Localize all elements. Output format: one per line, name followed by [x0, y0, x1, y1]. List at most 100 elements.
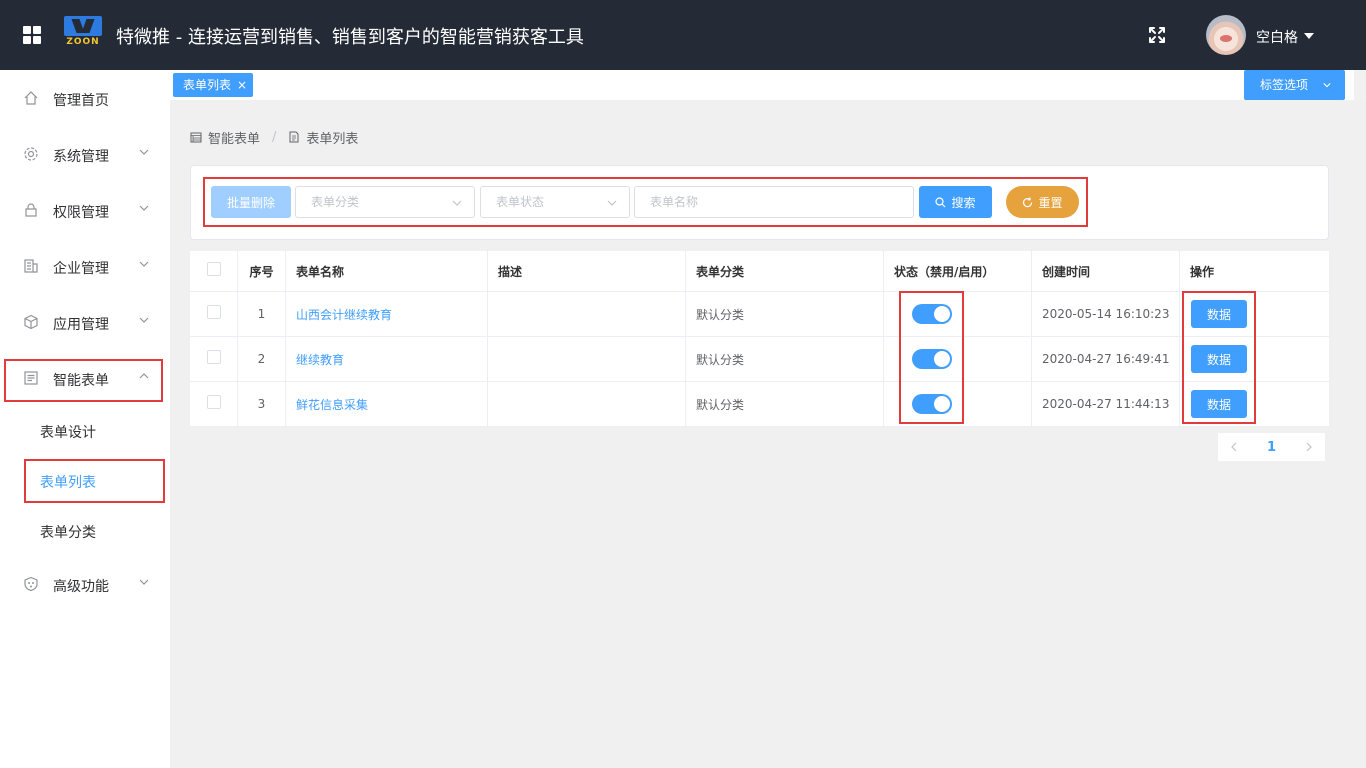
reset-label: 重置	[1038, 195, 1063, 210]
search-icon	[935, 196, 946, 207]
sidebar-item-enterprise[interactable]: 企业管理	[0, 238, 170, 294]
action-cell: 数据	[1180, 292, 1329, 336]
sidebar-item-label: 权限管理	[53, 205, 109, 221]
form-category-select[interactable]: 表单分类	[295, 186, 475, 218]
app-title: 特微推 - 连接运营到销售、销售到客户的智能营销获客工具	[116, 27, 584, 48]
sidebar-subitem-label: 表单设计	[40, 425, 96, 441]
column-header: 描述	[488, 251, 686, 291]
form-icon	[24, 371, 38, 385]
row-checkbox[interactable]	[206, 305, 221, 319]
created-time: 2020-05-14 16:10:23	[1032, 292, 1180, 336]
chevron-down-icon	[452, 200, 462, 206]
table-row: 1 山西会计继续教育 默认分类 2020-05-14 16:10:23 数据	[190, 292, 1329, 337]
row-index: 1	[238, 292, 286, 336]
calendar-icon	[190, 132, 202, 143]
tag-options-label: 标签选项	[1260, 78, 1309, 92]
form-name-input[interactable]	[634, 186, 914, 218]
select-all-checkbox[interactable]	[206, 262, 221, 276]
sidebar-item-label: 系统管理	[53, 149, 109, 165]
username[interactable]: 空白格	[1256, 27, 1298, 47]
sidebar-item-label: 管理首页	[53, 93, 109, 109]
form-table: 序号 表单名称 描述 表单分类 状态（禁用/启用） 创建时间 操作 1 山西会计…	[190, 251, 1329, 427]
table-row: 3 鲜花信息采集 默认分类 2020-04-27 11:44:13 数据	[190, 382, 1329, 427]
form-name-link[interactable]: 山西会计继续教育	[296, 306, 392, 323]
form-name-link[interactable]: 继续教育	[296, 351, 344, 368]
data-button[interactable]: 数据	[1191, 300, 1247, 328]
batch-delete-label: 批量删除	[226, 195, 275, 210]
search-button[interactable]: 搜索	[919, 186, 992, 218]
tag-form-list[interactable]: 表单列表 ×	[173, 73, 254, 97]
chevron-left-icon[interactable]	[1228, 441, 1240, 453]
chevron-down-icon	[139, 205, 149, 211]
document-icon	[289, 131, 299, 143]
status-cell	[884, 337, 1032, 381]
sidebar: 管理首页 系统管理 权限管理 企业管理 应用管理 智能表单 表单设计 表单列表 …	[0, 70, 170, 768]
building-icon	[24, 259, 38, 273]
status-toggle[interactable]	[912, 394, 952, 414]
tag-label: 表单列表	[183, 78, 232, 92]
data-button[interactable]: 数据	[1191, 345, 1247, 373]
created-time: 2020-04-27 11:44:13	[1032, 382, 1180, 426]
sidebar-item-permission[interactable]: 权限管理	[0, 182, 170, 238]
column-header: 创建时间	[1032, 251, 1180, 291]
status-toggle[interactable]	[912, 304, 952, 324]
sidebar-subitem-form-list[interactable]: 表单列表	[0, 456, 170, 506]
row-select-cell	[190, 337, 238, 381]
status-toggle[interactable]	[912, 349, 952, 369]
status-cell	[884, 382, 1032, 426]
breadcrumb-item-smart-form[interactable]: 智能表单	[208, 128, 260, 147]
table-row: 2 继续教育 默认分类 2020-04-27 16:49:41 数据	[190, 337, 1329, 382]
chevron-down-icon	[1323, 83, 1331, 88]
tag-close-icon[interactable]: ×	[237, 73, 247, 97]
breadcrumb-separator: /	[272, 129, 277, 145]
row-checkbox[interactable]	[206, 395, 221, 409]
form-status-select[interactable]: 表单状态	[480, 186, 630, 218]
batch-delete-button[interactable]: 批量删除	[211, 186, 291, 218]
form-name-cell: 继续教育	[286, 337, 488, 381]
sidebar-item-system[interactable]: 系统管理	[0, 126, 170, 182]
sidebar-item-smart-form[interactable]: 智能表单	[0, 350, 170, 406]
form-status-placeholder: 表单状态	[496, 195, 545, 209]
sidebar-item-application[interactable]: 应用管理	[0, 294, 170, 350]
page-number[interactable]: 1	[1267, 440, 1276, 455]
column-header: 表单名称	[286, 251, 488, 291]
reset-button[interactable]: 重置	[1006, 186, 1079, 218]
column-header: 表单分类	[686, 251, 884, 291]
sidebar-item-advanced[interactable]: 高级功能	[0, 556, 170, 612]
sidebar-subitem-label: 表单分类	[40, 525, 96, 541]
created-time: 2020-04-27 16:49:41	[1032, 337, 1180, 381]
chevron-up-icon	[139, 373, 149, 379]
table-header-row: 序号 表单名称 描述 表单分类 状态（禁用/启用） 创建时间 操作	[190, 251, 1329, 292]
tag-bar: 表单列表 × 标签选项	[170, 70, 1366, 100]
refresh-icon	[1023, 197, 1033, 207]
sidebar-item-label: 企业管理	[53, 261, 109, 277]
chevron-down-icon	[139, 317, 149, 323]
row-checkbox[interactable]	[206, 350, 221, 364]
action-cell: 数据	[1180, 382, 1329, 426]
chevron-right-icon[interactable]	[1303, 441, 1315, 453]
header-select-all	[190, 251, 238, 291]
data-button[interactable]: 数据	[1191, 390, 1247, 418]
fullscreen-icon[interactable]	[1147, 25, 1167, 45]
shield-icon	[24, 576, 38, 592]
row-select-cell	[190, 382, 238, 426]
sidebar-item-label: 应用管理	[53, 317, 109, 333]
column-header: 状态（禁用/启用）	[884, 251, 1032, 291]
form-description	[488, 337, 686, 381]
sidebar-subitem-form-design[interactable]: 表单设计	[0, 406, 170, 456]
status-cell	[884, 292, 1032, 336]
chevron-down-icon	[139, 149, 149, 155]
tag-options-button[interactable]: 标签选项	[1244, 70, 1345, 100]
user-dropdown-caret-icon[interactable]	[1304, 33, 1314, 39]
tag-bar-scrollbar[interactable]	[1354, 70, 1366, 100]
form-description	[488, 382, 686, 426]
form-name-cell: 山西会计继续教育	[286, 292, 488, 336]
sidebar-item-home[interactable]: 管理首页	[0, 70, 170, 126]
form-category: 默认分类	[686, 382, 884, 426]
apps-grid-icon[interactable]	[23, 26, 41, 44]
form-name-link[interactable]: 鲜花信息采集	[296, 396, 368, 413]
sidebar-subitem-form-category[interactable]: 表单分类	[0, 506, 170, 556]
avatar[interactable]	[1206, 15, 1246, 55]
action-cell: 数据	[1180, 337, 1329, 381]
breadcrumb-item-form-list: 表单列表	[306, 131, 359, 147]
